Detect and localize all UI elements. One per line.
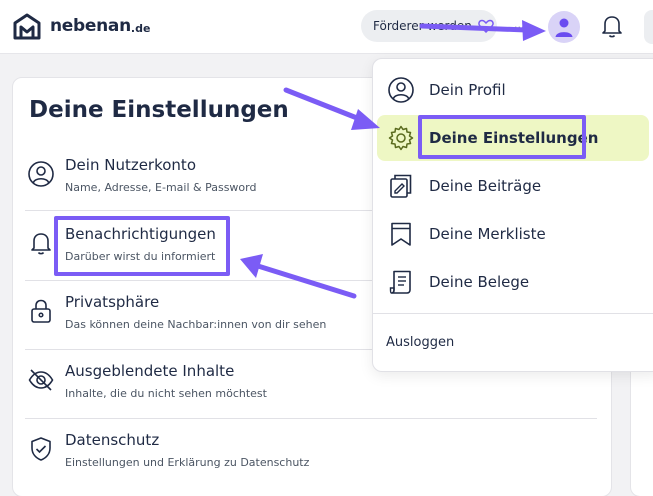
setting-title: Datenschutz bbox=[65, 431, 160, 449]
profile-dropdown-menu: Dein Profil Deine Einstellungen Deine Be… bbox=[372, 58, 653, 372]
menu-item-posts[interactable]: Deine Beiträge bbox=[377, 163, 649, 209]
posts-icon bbox=[390, 174, 412, 198]
menu-item-label: Deine Merkliste bbox=[429, 225, 546, 243]
shield-check-icon bbox=[31, 437, 51, 461]
supporter-label: Förderer werden bbox=[373, 19, 472, 33]
divider bbox=[25, 418, 597, 419]
notifications-highlight-box bbox=[54, 216, 230, 276]
house-logo-icon bbox=[13, 13, 41, 40]
header-edge-button[interactable] bbox=[644, 10, 653, 44]
menu-item-label: Dein Profil bbox=[429, 81, 506, 99]
setting-subtitle: Das können deine Nachbar:innen von dir s… bbox=[65, 318, 327, 331]
setting-title: Ausgeblendete Inhalte bbox=[65, 362, 235, 380]
user-circle-icon bbox=[28, 161, 54, 187]
setting-subtitle: Name, Adresse, E-mail & Password bbox=[65, 181, 257, 194]
settings-highlight-box bbox=[418, 115, 586, 159]
heart-icon bbox=[478, 19, 494, 33]
settings-title: Deine Einstellungen bbox=[29, 97, 289, 123]
setting-row-data-protection[interactable]: Datenschutz Einstellungen und Erklärung … bbox=[25, 421, 597, 489]
menu-item-label: Deine Beiträge bbox=[429, 177, 542, 195]
notification-bell-icon[interactable] bbox=[598, 12, 626, 40]
eye-off-icon bbox=[28, 369, 54, 391]
logo[interactable]: nebenan .de bbox=[12, 11, 150, 41]
logo-tld: .de bbox=[130, 21, 151, 35]
setting-subtitle: Einstellungen und Erklärung zu Datenschu… bbox=[65, 456, 310, 469]
menu-divider bbox=[373, 313, 653, 314]
setting-title: Dein Nutzerkonto bbox=[65, 156, 196, 174]
menu-item-profile[interactable]: Dein Profil bbox=[377, 67, 649, 113]
logo-text: nebenan bbox=[50, 16, 131, 36]
menu-item-label: Deine Belege bbox=[429, 273, 530, 291]
setting-subtitle: Inhalte, die du nicht sehen möchtest bbox=[65, 387, 267, 400]
avatar-button[interactable] bbox=[548, 11, 580, 43]
menu-item-receipts[interactable]: Deine Belege bbox=[377, 259, 649, 305]
menu-item-bookmarks[interactable]: Deine Merkliste bbox=[377, 211, 649, 257]
gear-icon bbox=[388, 125, 414, 151]
supporter-button[interactable]: Förderer werden bbox=[361, 10, 497, 42]
bookmark-icon bbox=[391, 222, 411, 246]
receipt-icon bbox=[389, 270, 411, 294]
top-header: nebenan .de Förderer werden ... bbox=[0, 0, 653, 54]
header-partial-text: ... bbox=[514, 18, 525, 31]
bell-icon bbox=[31, 233, 51, 255]
user-circle-icon bbox=[388, 77, 414, 103]
lock-icon bbox=[31, 299, 51, 323]
setting-title: Privatsphäre bbox=[65, 293, 160, 311]
logout-link[interactable]: Ausloggen bbox=[386, 335, 454, 350]
user-avatar-icon bbox=[555, 18, 573, 37]
